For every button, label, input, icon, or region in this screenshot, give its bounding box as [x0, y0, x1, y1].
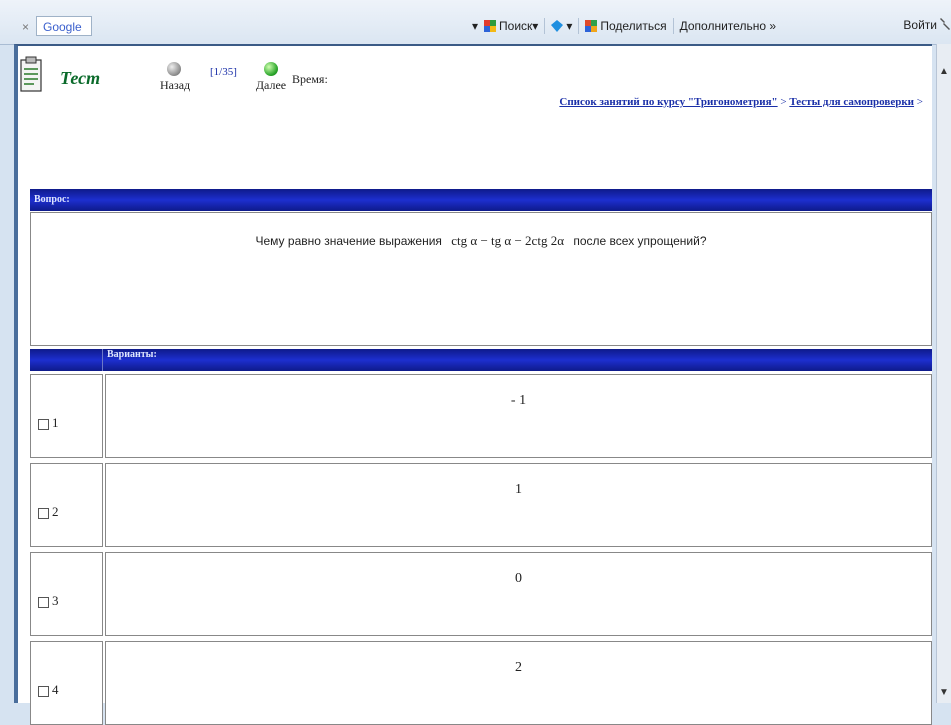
variants-header-bar: Варианты:: [30, 349, 932, 371]
google-logo-icon: [484, 20, 497, 32]
option-value: - 1: [510, 393, 527, 408]
scroll-down-icon[interactable]: ▼: [939, 687, 949, 699]
dropdown-arrow-icon[interactable]: ▾: [472, 19, 478, 33]
breadcrumb-tests-link[interactable]: Тесты для самопроверки: [789, 96, 914, 108]
option-number-cell: 2: [30, 463, 103, 547]
toolbar-divider: [672, 18, 674, 34]
option-value-cell: 1: [105, 463, 932, 547]
question-counter: [1/35]: [210, 66, 237, 78]
page-title: Тест: [60, 68, 101, 88]
next-circle-icon: [264, 62, 278, 76]
next-label: Далее: [255, 78, 287, 92]
answer-option: 2 1: [30, 463, 932, 547]
option-number: 2: [52, 504, 59, 519]
back-circle-icon: [167, 62, 181, 76]
question-text-after: после всех упрощений?: [573, 234, 707, 248]
question-text: Чему равно значение выражения ctg α − tg…: [31, 233, 931, 249]
option-value-cell: 2: [105, 641, 932, 725]
option-checkbox[interactable]: [38, 419, 49, 430]
option-value: 1: [515, 482, 522, 497]
share-icon: [585, 20, 598, 32]
question-box: Чему равно значение выражения ctg α − tg…: [30, 212, 932, 346]
timer-label: Время:: [292, 72, 328, 86]
toolbar-divider: [578, 18, 580, 34]
wrench-icon[interactable]: [939, 17, 951, 31]
option-checkbox[interactable]: [38, 508, 49, 519]
breadcrumb-course-link[interactable]: Список занятий по курсу "Тригонометрия": [559, 96, 777, 108]
breadcrumb-separator: >: [780, 96, 787, 108]
option-number: 4: [52, 682, 59, 697]
google-toolbar: × Google ▾ Поиск ▾ ▾ Поделиться Дополнит…: [0, 0, 951, 45]
back-label: Назад: [160, 78, 191, 92]
share-button-label: Поделиться: [600, 19, 667, 33]
option-value: 2: [515, 660, 522, 675]
answer-option: 3 0: [30, 552, 932, 636]
toolbar-buttons: ▾ Поиск ▾ ▾ Поделиться Дополнительно »: [472, 16, 776, 36]
breadcrumb-separator: >: [916, 96, 923, 108]
option-number: 1: [52, 415, 59, 430]
variants-header-label: Варианты:: [102, 349, 157, 371]
google-search-input[interactable]: Google: [36, 16, 92, 36]
option-checkbox[interactable]: [38, 597, 49, 608]
scroll-up-icon[interactable]: ▲: [939, 66, 949, 78]
option-number-cell: 4: [30, 641, 103, 725]
option-value-cell: - 1: [105, 374, 932, 458]
option-value: 0: [515, 571, 522, 586]
option-value-cell: 0: [105, 552, 932, 636]
question-header-bar: Вопрос:: [30, 189, 932, 211]
vertical-scrollbar[interactable]: ▲ ▼: [936, 44, 951, 703]
search-button[interactable]: Поиск ▾: [484, 19, 538, 33]
question-formula: ctg α − tg α − 2ctg 2α: [451, 233, 565, 248]
gem-button[interactable]: ▾: [551, 19, 572, 33]
chevron-down-icon: ▾: [532, 19, 539, 33]
option-number: 3: [52, 593, 59, 608]
toolbar-divider: [544, 18, 546, 34]
answer-option: 4 2: [30, 641, 932, 725]
option-number-cell: 3: [30, 552, 103, 636]
breadcrumb: Список занятий по курсу "Тригонометрия" …: [559, 96, 923, 108]
signin-button[interactable]: Войти: [903, 18, 937, 32]
blue-diamond-icon: [551, 20, 564, 32]
answer-option: 1 - 1: [30, 374, 932, 458]
more-button[interactable]: Дополнительно »: [680, 19, 776, 33]
share-button[interactable]: Поделиться: [585, 19, 667, 33]
back-button[interactable]: Назад: [160, 62, 191, 93]
search-button-label: Поиск: [499, 19, 533, 33]
next-button[interactable]: Далее: [254, 62, 288, 93]
toolbar-close-button[interactable]: ×: [22, 20, 29, 34]
test-clipboard-icon: [20, 56, 42, 92]
chevron-down-icon: ▾: [566, 19, 573, 33]
question-text-before: Чему равно значение выражения: [255, 234, 442, 248]
option-checkbox[interactable]: [38, 686, 49, 697]
option-number-cell: 1: [30, 374, 103, 458]
